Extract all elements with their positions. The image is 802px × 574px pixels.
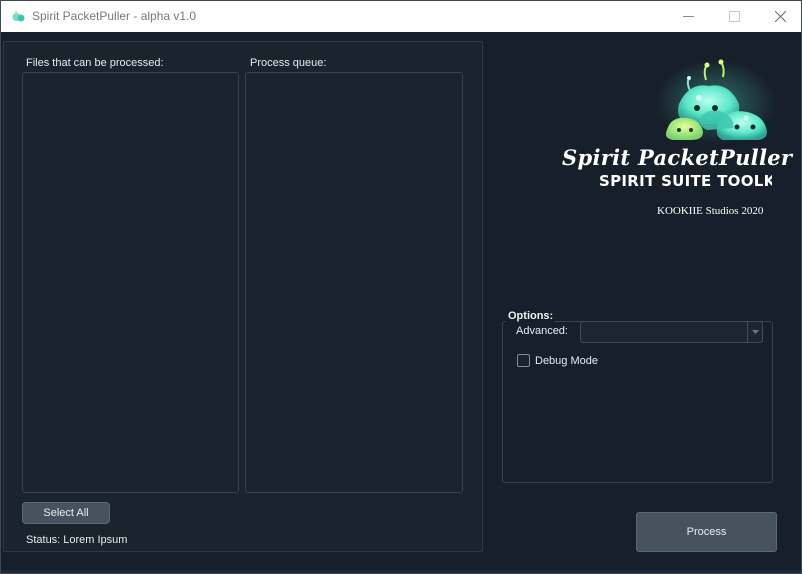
minimize-icon	[682, 16, 694, 17]
title-bar[interactable]: Spirit PacketPuller - alpha v1.0	[1, 1, 801, 32]
select-all-button[interactable]: Select All	[22, 502, 110, 524]
app-icon	[12, 10, 25, 22]
dropdown-arrow[interactable]	[747, 322, 762, 342]
suite-logo-text: SPIRIT SUITE TOOLKIT	[599, 172, 772, 190]
status-bar: Status: Lorem Ipsum	[26, 534, 127, 546]
window-title: Spirit PacketPuller - alpha v1.0	[32, 9, 197, 23]
spirit-logo	[656, 59, 776, 144]
queue-list[interactable]	[245, 72, 463, 493]
chevron-down-icon	[751, 330, 759, 334]
main-content: Files that can be processed: Process que…	[1, 32, 801, 573]
close-icon	[774, 11, 786, 22]
advanced-label: Advanced:	[516, 325, 568, 337]
studio-credit: KOOKIIE Studios 2020	[657, 205, 764, 217]
status-value: Lorem Ipsum	[63, 534, 128, 546]
app-window: Spirit PacketPuller - alpha v1.0 Files t…	[0, 0, 802, 574]
close-button[interactable]	[757, 1, 801, 32]
process-button[interactable]: Process	[636, 512, 777, 552]
files-list[interactable]	[22, 72, 239, 493]
options-title: Options:	[506, 310, 556, 322]
advanced-dropdown[interactable]	[580, 321, 763, 343]
maximize-icon	[728, 11, 740, 22]
app-name-logo-text: Spirit PacketPuller	[562, 145, 793, 170]
queue-label: Process queue:	[250, 57, 327, 69]
files-label: Files that can be processed:	[26, 57, 164, 69]
debug-mode-checkbox[interactable]	[517, 354, 530, 367]
bottom-strip	[1, 570, 801, 573]
debug-mode-label: Debug Mode	[535, 355, 598, 367]
status-label: Status:	[26, 534, 61, 546]
options-group	[502, 321, 773, 483]
minimize-button[interactable]	[665, 1, 711, 32]
maximize-button[interactable]	[711, 1, 757, 32]
